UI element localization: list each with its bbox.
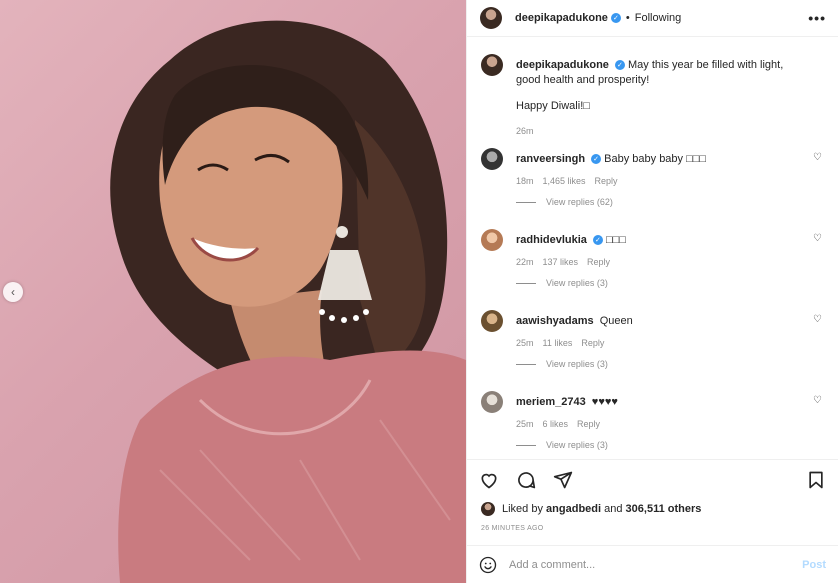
view-replies-label: View replies (3) [546,359,608,369]
comment-bubble-icon[interactable] [516,470,536,490]
verified-badge-icon: ✓ [610,13,621,23]
comment-time[interactable]: 18m [516,176,534,186]
comment: radhidevlukia ✓ □□□ 22m 137 likes Reply ♡ [481,229,824,267]
view-replies-button[interactable]: View replies (3) [516,440,824,450]
post-side-panel: deepikapadukone ✓ • Following ••• deepik… [466,0,838,583]
comment-username[interactable]: radhidevlukia [516,234,587,246]
liked-by-others[interactable]: 306,511 others [626,503,702,515]
comments-list[interactable]: deepikapadukone ✓ May this year be filled… [467,38,838,459]
comment-text: Baby baby baby □□□ [604,153,707,165]
verified-badge-icon: ✓ [591,154,602,165]
comment-username[interactable]: ranveersingh [516,153,585,165]
comment-time[interactable]: 22m [516,257,534,267]
following-button[interactable]: Following [635,12,681,24]
like-heart-icon[interactable] [479,470,499,490]
view-replies-button[interactable]: View replies (3) [516,278,824,288]
instagram-post-modal: ‹ deepikapadukone ✓ • Following ••• deep… [0,0,838,583]
comment-likes[interactable]: 6 likes [543,419,569,429]
like-comment-heart-icon[interactable]: ♡ [813,314,822,325]
reply-button[interactable]: Reply [587,257,610,267]
post-author-username[interactable]: deepikapadukone [515,12,608,24]
comment-likes[interactable]: 1,465 likes [543,176,586,186]
caption-text-2: Happy Diwali!□ [516,100,590,112]
avatar[interactable] [481,310,503,332]
portrait-illustration [110,20,466,583]
share-send-icon[interactable] [553,470,573,490]
post-timestamp[interactable]: 26 MINUTES AGO [481,525,544,532]
post-header: deepikapadukone ✓ • Following ••• [467,0,838,37]
liked-by-user[interactable]: angadbedi [546,503,601,515]
liked-by-prefix: Liked by [502,503,543,515]
more-options-icon[interactable]: ••• [808,10,826,26]
comment-username[interactable]: aawishyadams [516,315,594,327]
view-replies-button[interactable]: View replies (62) [516,197,824,207]
view-replies-label: View replies (3) [546,278,608,288]
avatar[interactable] [481,229,503,251]
caption-time: 26m [516,126,534,136]
caption-username[interactable]: deepikapadukone [516,59,609,71]
comment-text: Queen [599,315,633,327]
verified-badge-icon: ✓ [592,235,603,246]
reply-button[interactable]: Reply [581,338,604,348]
avatar[interactable] [481,148,503,170]
post-caption: deepikapadukone ✓ May this year be filled… [481,54,824,136]
comment-likes[interactable]: 137 likes [543,257,579,267]
like-comment-heart-icon[interactable]: ♡ [813,152,822,163]
comment-time[interactable]: 25m [516,338,534,348]
separator-dot: • [625,12,630,24]
verified-badge-icon: ✓ [614,60,625,71]
comment-text: ♥♥♥♥ [591,396,618,408]
view-replies-label: View replies (62) [546,197,613,207]
add-comment-bar: Post [467,545,838,583]
comment-time[interactable]: 25m [516,419,534,429]
reply-button[interactable]: Reply [595,176,618,186]
reply-button[interactable]: Reply [577,419,600,429]
avatar[interactable] [481,391,503,413]
likes-summary: Liked by angadbedi and 306,511 others [481,502,701,516]
comment-username[interactable]: meriem_2743 [516,396,586,408]
comment: meriem_2743 ♥♥♥♥ 25m 6 likes Reply ♡ [481,391,824,429]
like-comment-heart-icon[interactable]: ♡ [813,233,822,244]
comment-input[interactable] [509,558,803,571]
avatar[interactable] [481,54,503,76]
view-replies-label: View replies (3) [546,440,608,450]
view-replies-button[interactable]: View replies (3) [516,359,824,369]
comment-text: □□□ [605,234,626,246]
previous-photo-button[interactable]: ‹ [3,282,23,302]
chevron-left-icon: ‹ [11,285,15,299]
post-comment-button[interactable]: Post [802,559,826,571]
comment: ranveersingh ✓ Baby baby baby □□□ 18m 1,46… [481,148,824,186]
like-comment-heart-icon[interactable]: ♡ [813,395,822,406]
avatar[interactable] [480,7,502,29]
post-photo[interactable]: ‹ [0,0,466,583]
emoji-smiley-icon[interactable] [479,556,497,574]
liked-by-and: and [604,503,623,515]
save-bookmark-icon[interactable] [806,470,826,490]
comment: aawishyadams Queen 25m 11 likes Reply ♡ [481,310,824,348]
comment-likes[interactable]: 11 likes [543,338,573,348]
avatar[interactable] [481,502,495,516]
